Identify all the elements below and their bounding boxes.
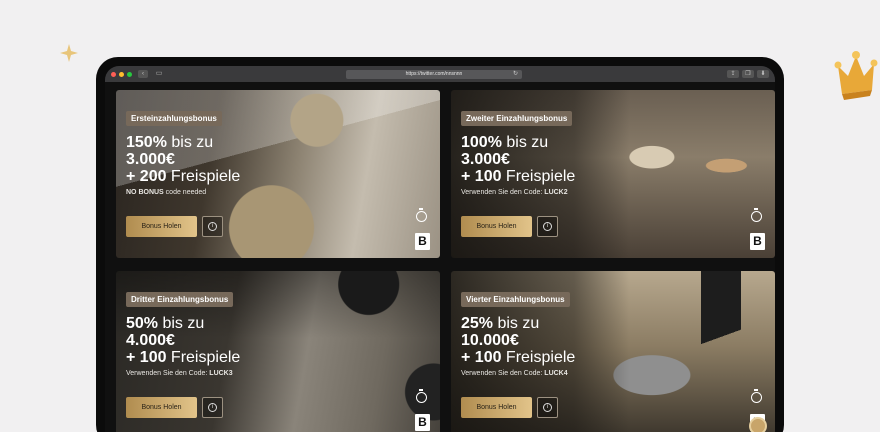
close-window-button[interactable] xyxy=(111,71,116,77)
info-button[interactable]: i xyxy=(537,216,558,237)
bonus-badge: Ersteinzahlungsbonus xyxy=(126,111,222,126)
bonus-holen-button[interactable]: Bonus Holen xyxy=(461,216,532,237)
bonus-badge: Zweiter Einzahlungsbonus xyxy=(461,111,573,126)
browser-window: ‹ ▭ https://twitter.com/nnsnnn ↻ ⇪ ❐ ⬇ E… xyxy=(105,66,775,432)
stopwatch-icon xyxy=(416,208,427,222)
window-controls xyxy=(111,71,132,77)
info-icon: i xyxy=(208,222,217,231)
back-arrow-icon[interactable]: ‹ xyxy=(138,70,148,78)
info-icon: i xyxy=(543,222,552,231)
bonus-card-3: Dritter Einzahlungsbonus 50% bis zu 4.00… xyxy=(116,271,440,432)
url-text: https://twitter.com/nnsnnn xyxy=(405,70,463,77)
info-icon: i xyxy=(208,403,217,412)
bonus-headline: 100% bis zu 3.000€ + 100 Freispiele xyxy=(461,134,576,185)
tabs-icon[interactable]: ❐ xyxy=(742,70,754,78)
maximize-window-button[interactable] xyxy=(127,71,132,77)
sparkle-icon xyxy=(60,44,78,62)
info-icon: i xyxy=(543,403,552,412)
bonus-code-note: NO BONUS code needed xyxy=(126,189,207,196)
brand-logo: B xyxy=(415,414,430,431)
stopwatch-icon xyxy=(751,208,762,222)
bonus-code-note: Verwenden Sie den Code: LUCK4 xyxy=(461,370,568,377)
info-button[interactable]: i xyxy=(537,397,558,418)
share-icon[interactable]: ⇪ xyxy=(727,70,739,78)
brand-logo: B xyxy=(750,233,765,250)
bonus-headline: 50% bis zu 4.000€ + 100 Freispiele xyxy=(126,315,241,366)
chat-bubble-icon[interactable] xyxy=(749,417,767,432)
reload-icon[interactable]: ↻ xyxy=(513,70,518,79)
stopwatch-icon xyxy=(751,389,762,403)
address-bar[interactable]: https://twitter.com/nnsnnn ↻ xyxy=(346,69,522,79)
bonus-card-1: Ersteinzahlungsbonus 150% bis zu 3.000€ … xyxy=(116,90,440,258)
bonus-code-note: Verwenden Sie den Code: LUCK2 xyxy=(461,189,568,196)
bonus-card-4: Vierter Einzahlungsbonus 25% bis zu 10.0… xyxy=(451,271,775,432)
laptop-frame: ‹ ▭ https://twitter.com/nnsnnn ↻ ⇪ ❐ ⬇ E… xyxy=(96,57,784,432)
crown-icon xyxy=(834,51,878,100)
bonus-headline: 150% bis zu 3.000€ + 200 Freispiele xyxy=(126,134,241,185)
stopwatch-icon xyxy=(416,389,427,403)
download-icon[interactable]: ⬇ xyxy=(757,70,769,78)
bonus-badge: Dritter Einzahlungsbonus xyxy=(126,292,234,307)
bonus-code-note: Verwenden Sie den Code: LUCK3 xyxy=(126,370,233,377)
browser-toolbar: ‹ ▭ https://twitter.com/nnsnnn ↻ ⇪ ❐ ⬇ xyxy=(105,66,775,82)
bonus-holen-button[interactable]: Bonus Holen xyxy=(461,397,532,418)
bonus-headline: 25% bis zu 10.000€ + 100 Freispiele xyxy=(461,315,576,366)
bonus-badge: Vierter Einzahlungsbonus xyxy=(461,292,570,307)
sidebar-icon[interactable]: ▭ xyxy=(154,70,164,78)
bonus-grid: Ersteinzahlungsbonus 150% bis zu 3.000€ … xyxy=(111,87,775,432)
bonus-holen-button[interactable]: Bonus Holen xyxy=(126,216,197,237)
brand-logo: B xyxy=(415,233,430,250)
bonus-card-2: Zweiter Einzahlungsbonus 100% bis zu 3.0… xyxy=(451,90,775,258)
bonus-holen-button[interactable]: Bonus Holen xyxy=(126,397,197,418)
info-button[interactable]: i xyxy=(202,397,223,418)
minimize-window-button[interactable] xyxy=(119,71,124,77)
info-button[interactable]: i xyxy=(202,216,223,237)
